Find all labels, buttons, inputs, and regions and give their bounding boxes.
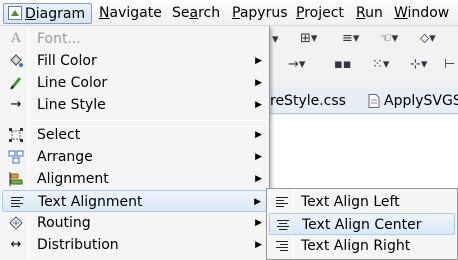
menu-item-line-style-label: Line Style [37,97,106,113]
mnemonic-letter: P [296,5,305,21]
editor-tabs: reStyle.css ApplySVGS [268,88,458,114]
menu-item-alignment-label: Alignment [37,171,109,187]
text-align-tool-icon[interactable]: ≡▾ [342,31,359,47]
menu-item-line-style[interactable]: → Line Style ▶ [2,94,268,116]
menu-papyrus-label: Papyrus [232,5,288,21]
align-right-icon [274,238,290,254]
mnemonic-letter: D [25,6,36,22]
line-color-icon [8,75,24,91]
menu-item-arrange[interactable]: Arrange ▶ [2,146,268,168]
menu-search-label: Search [172,5,221,21]
menu-project-label: Project [296,5,344,21]
submenu-arrow-icon: ▶ [255,100,262,110]
menu-item-distribution[interactable]: ↔ Distribution ▶ [2,234,268,256]
menu-item-select-label: Select [37,127,81,143]
tab-restyle-css[interactable]: reStyle.css [270,93,346,109]
mnemonic-letter: W [394,5,408,21]
menu-diagram[interactable]: Diagram [3,3,92,24]
select-icon [8,127,24,143]
menu-item-font: A Font... [2,28,268,50]
route-tool-icon[interactable]: ⬦▾ [420,31,436,47]
toolbar-dropdown-icon[interactable]: ▾ [272,32,279,48]
menu-item-select[interactable]: Select ▶ [2,124,268,146]
arrow-tool-icon[interactable]: →▾ [288,57,305,73]
menu-item-routing[interactable]: Routing ▶ [2,212,268,234]
menu-navigate-label: Navigate [99,5,162,21]
menu-navigate[interactable]: Navigate [95,3,166,24]
submenu-item-align-left[interactable]: Text Align Left [269,191,455,213]
submenu-arrow-icon: ▶ [255,240,262,250]
menu-item-line-color[interactable]: Line Color ▶ [2,72,268,94]
submenu-arrow-icon: ▶ [255,56,262,66]
arrange-tool-icon[interactable]: ⊹▾ [410,57,427,73]
more-tool-icon[interactable]: ⊢ [444,57,455,73]
fill-color-icon [8,53,24,69]
menu-bar: Diagram Navigate Search Papyrus Project … [0,0,458,26]
mnemonic-letter: a [189,5,199,21]
menu-item-text-alignment-label: Text Alignment [38,194,143,210]
menu-window[interactable]: Window [390,3,453,24]
menu-run-label: Run [356,5,383,21]
text-alignment-icon [9,194,25,210]
submenu-item-align-center[interactable]: Text Align Center [269,213,455,235]
menu-run[interactable]: Run [352,3,387,24]
menu-item-font-label: Font... [37,31,81,47]
submenu-arrow-icon: ▶ [255,130,262,140]
routing-icon [8,215,24,231]
font-icon: A [11,31,21,46]
menu-item-arrange-label: Arrange [37,149,93,165]
submenu-item-align-left-label: Text Align Left [301,194,400,210]
line-style-icon: → [10,97,22,112]
submenu-arrow-icon: ▶ [255,78,262,88]
submenu-arrow-icon: ▶ [255,218,262,228]
menu-item-fill-color-label: Fill Color [37,53,97,69]
alignment-icon [8,171,24,187]
menu-item-distribution-label: Distribution [37,237,119,253]
shape-tool-icon[interactable]: ▪▪ [334,57,352,73]
distribution-icon: ↔ [10,237,22,252]
align-left-icon [274,194,290,210]
submenu-arrow-icon: ▶ [255,152,262,162]
submenu-arrow-icon: ▶ [254,197,261,207]
menu-item-line-color-label: Line Color [37,75,108,91]
submenu-item-align-center-label: Text Align Center [302,217,422,233]
menu-project[interactable]: Project [292,3,348,24]
tab-applysvgs[interactable]: ApplySVGS [384,93,458,109]
diagram-icon [8,6,22,20]
menu-item-fill-color[interactable]: Fill Color ▶ [2,50,268,72]
toolbar: ▾ ⊞▾ ≡▾ ☜▾ ⬦▾ →▾ ▪▪ ⁙▾ ⊹▾ ⊢ [268,26,458,82]
menu-item-routing-label: Routing [37,215,91,231]
mnemonic-letter: P [232,5,240,21]
mnemonic-letter: R [356,5,366,21]
diagram-menu: A Font... Fill Color ▶ Line Color ▶ → Li… [0,26,270,260]
text-alignment-submenu: Text Align Left Text Align Center Text A… [266,188,458,260]
submenu-arrow-icon: ▶ [255,174,262,184]
layout-icon[interactable]: ⊞▾ [300,31,317,47]
mnemonic-letter: N [99,5,110,21]
menu-diagram-label: Diagram [25,6,86,22]
menu-papyrus[interactable]: Papyrus [228,3,292,24]
menu-window-label: Window [394,5,450,21]
file-icon [368,94,380,108]
hand-icon[interactable]: ☜▾ [380,31,398,47]
menu-separator [32,120,267,121]
arrange-icon [8,149,24,165]
submenu-item-align-right-label: Text Align Right [301,238,411,254]
align-center-icon [275,217,291,233]
menu-search[interactable]: Search [168,3,224,24]
menu-item-text-alignment[interactable]: Text Alignment ▶ [2,190,268,212]
menu-item-alignment[interactable]: Alignment ▶ [2,168,268,190]
select-tool-icon[interactable]: ⁙▾ [372,57,389,73]
submenu-item-align-right[interactable]: Text Align Right [269,235,455,257]
